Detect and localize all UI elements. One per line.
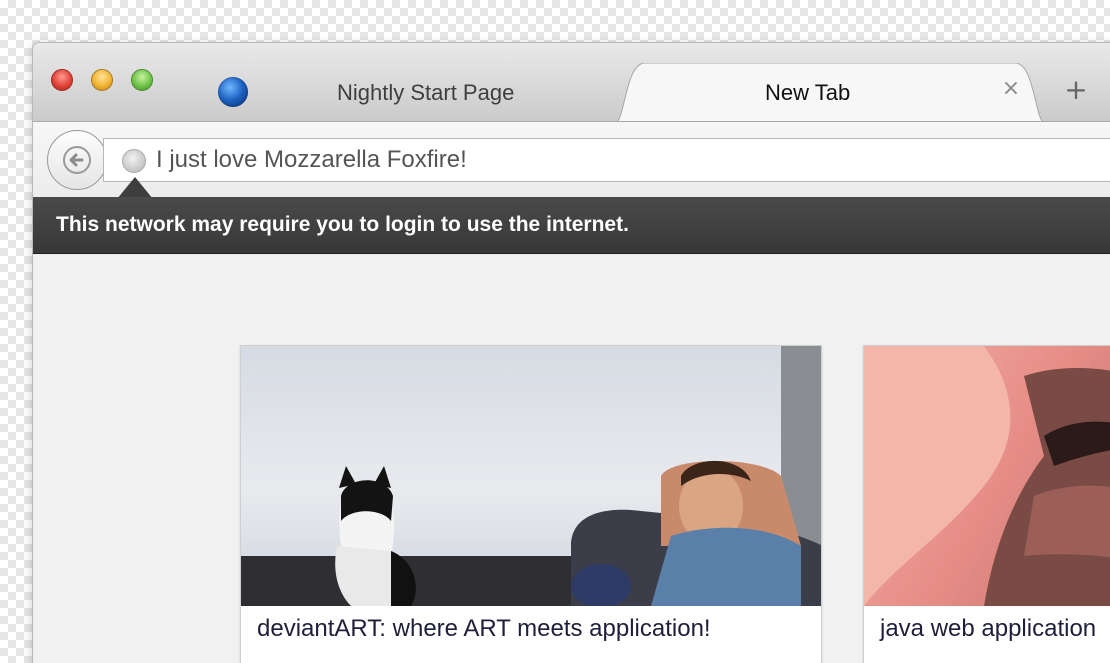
tab-label: Nightly Start Page — [337, 80, 515, 105]
notification-text: This network may require you to login to… — [56, 213, 629, 236]
tab-nightly-start-page[interactable]: Nightly Start Page — [183, 65, 623, 119]
tab-new-tab[interactable]: New Tab × — [615, 63, 1045, 125]
minimize-window-icon[interactable] — [91, 69, 113, 91]
navigation-toolbar — [33, 121, 1110, 198]
back-arrow-icon — [63, 146, 91, 174]
url-input[interactable] — [156, 143, 1106, 177]
close-window-icon[interactable] — [51, 69, 73, 91]
tile-title: java web application — [880, 615, 1097, 642]
tab-label: New Tab — [765, 80, 851, 105]
new-tab-icon[interactable]: + — [1063, 76, 1089, 104]
new-tab-page: deviantART: where ART meets application!… — [33, 254, 1110, 663]
nightly-favicon — [218, 77, 248, 107]
tile-thumbnail — [241, 346, 821, 606]
tile-title: deviantART: where ART meets application! — [257, 615, 711, 642]
captive-portal-notification[interactable]: This network may require you to login to… — [33, 197, 1110, 254]
back-button[interactable] — [47, 130, 107, 190]
url-bar[interactable] — [103, 138, 1110, 182]
globe-icon — [122, 149, 146, 173]
zoom-window-icon[interactable] — [131, 69, 153, 91]
tile-thumbnail — [864, 346, 1110, 606]
site-tile[interactable]: deviantART: where ART meets application! — [240, 345, 822, 663]
thumbnail-image — [864, 346, 1110, 606]
notification-pointer — [117, 177, 153, 199]
thumbnail-image — [241, 346, 821, 606]
close-tab-icon[interactable]: × — [1000, 77, 1022, 101]
browser-window: Nightly Start Page New Tab × + This netw… — [33, 43, 1110, 663]
site-tile[interactable]: java web application — [863, 345, 1110, 663]
